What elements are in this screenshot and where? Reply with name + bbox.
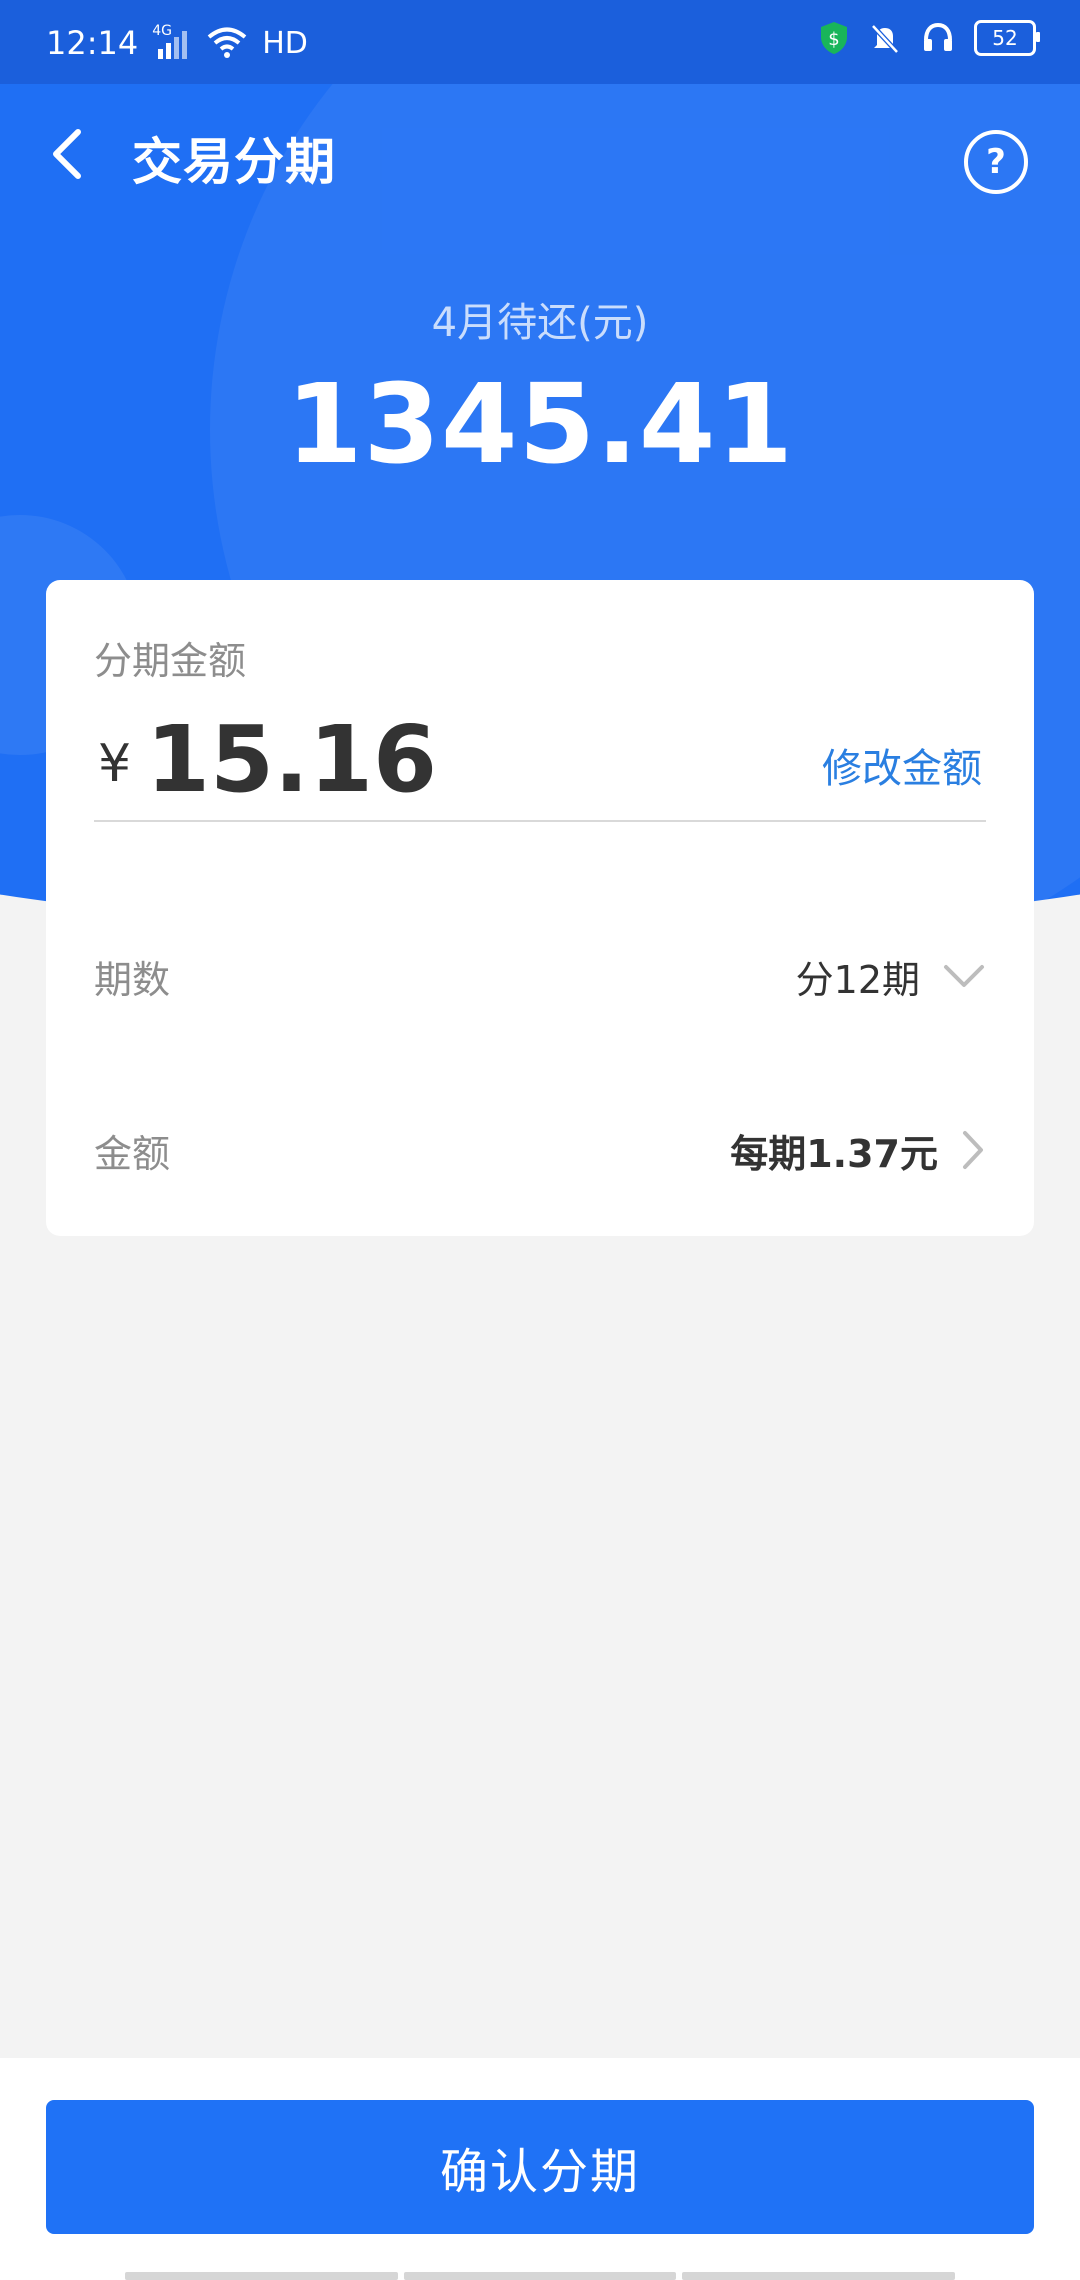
help-button[interactable]: ?	[964, 130, 1028, 194]
periods-selector[interactable]: 分12期	[796, 949, 986, 1004]
installment-amount-label: 分期金额	[94, 639, 247, 683]
modify-amount-link[interactable]: 修改金额	[822, 736, 982, 794]
payment-detail[interactable]: 每期1.37元	[730, 1123, 986, 1178]
installment-amount-row: ¥ 15.16 修改金额	[94, 700, 986, 822]
status-time: 12:14	[46, 24, 139, 62]
hd-indicator: HD	[262, 25, 308, 61]
periods-label: 期数	[94, 957, 171, 1002]
payment-label: 金额	[94, 1131, 171, 1176]
bottom-panel: 确认分期	[0, 2058, 1080, 2280]
periods-row[interactable]: 期数 分12期	[94, 936, 986, 1016]
installment-amount-value: 15.16	[146, 706, 438, 813]
cellular-signal-icon: 4G	[152, 23, 192, 61]
bell-mute-icon	[868, 21, 902, 55]
svg-text:$: $	[828, 29, 839, 50]
payment-row[interactable]: 金额 每期1.37元	[94, 1110, 986, 1190]
periods-value: 分12期	[795, 957, 920, 1002]
question-circle-icon: ?	[986, 142, 1006, 182]
back-button[interactable]	[42, 124, 92, 184]
status-bar: 12:14 4G HD $ 52	[0, 0, 1080, 84]
headset-icon	[920, 20, 956, 56]
currency-symbol: ¥	[98, 734, 132, 794]
battery-icon: 52	[974, 20, 1040, 56]
shield-dollar-icon: $	[818, 20, 850, 56]
chevron-down-icon	[944, 965, 984, 987]
due-label: 4月待还(元)	[431, 300, 649, 346]
page-title: 交易分期	[132, 133, 336, 191]
chevron-right-icon	[963, 1131, 983, 1169]
installment-card: 分期金额 ¥ 15.16 修改金额 期数 分12期 金额 每期1.37元	[46, 580, 1034, 1236]
battery-level: 52	[974, 20, 1040, 56]
status-right: $ 52	[818, 20, 1040, 56]
wifi-icon	[206, 26, 248, 60]
chevron-left-icon	[53, 129, 81, 179]
payment-per-period: 每期1.37元	[730, 1131, 938, 1176]
status-left: 12:14 4G HD	[46, 23, 308, 62]
app-header: 交易分期 ?	[0, 84, 1080, 224]
confirm-installment-button[interactable]: 确认分期	[46, 2100, 1034, 2234]
screen: 12:14 4G HD $ 52 交易分期 ? 4月待还(元) 1345.41 …	[0, 0, 1080, 2280]
due-amount: 1345.41	[285, 360, 794, 488]
nav-indicator	[125, 2272, 956, 2280]
